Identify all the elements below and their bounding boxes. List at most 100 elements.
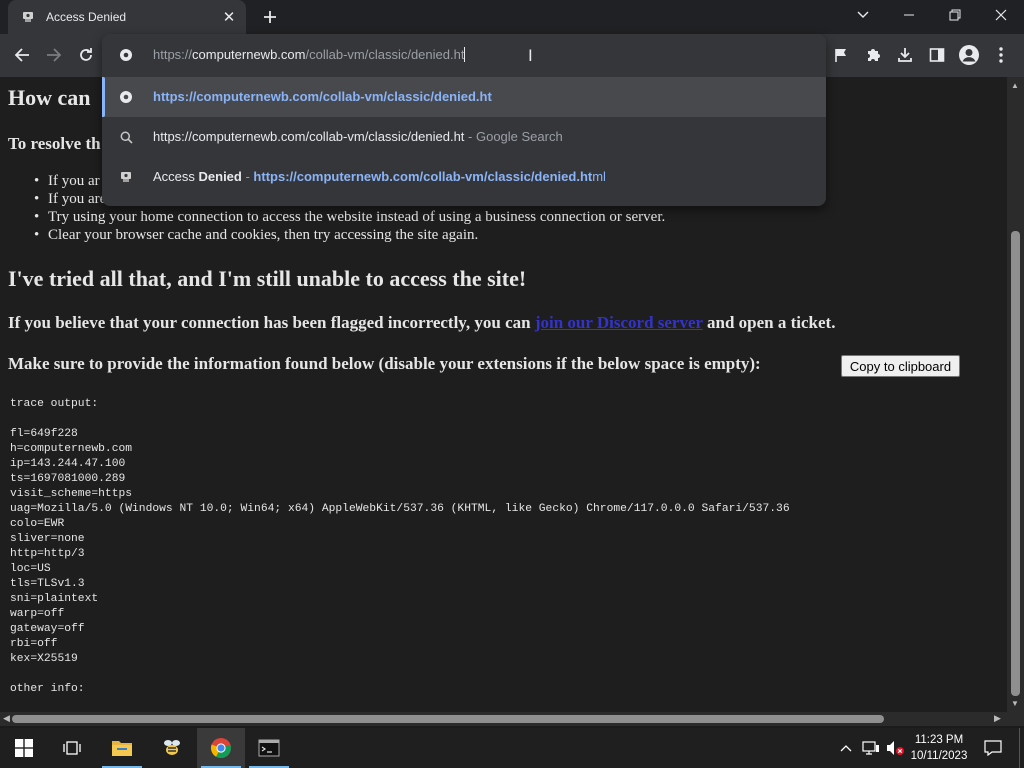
profile-button[interactable]: [954, 40, 984, 70]
scrollbar-corner: [1007, 712, 1024, 726]
reload-button[interactable]: [71, 40, 101, 70]
side-panel-icon: [929, 48, 945, 62]
vertical-scroll-thumb[interactable]: [1011, 231, 1020, 696]
scroll-down-icon[interactable]: ▼: [1011, 699, 1019, 708]
taskbar-file-explorer[interactable]: [98, 728, 146, 768]
bee-app-icon: [164, 740, 180, 755]
close-window-button[interactable]: [978, 0, 1024, 30]
terminal-icon: [258, 739, 280, 757]
suggestion-history[interactable]: Access Denied - https://computernewb.com…: [102, 157, 826, 197]
volume-muted-icon: [887, 741, 904, 755]
new-tab-button[interactable]: [258, 5, 282, 29]
text-caret: [464, 47, 466, 62]
taskbar-app[interactable]: [148, 728, 196, 768]
flag-paragraph: If you believe that your connection has …: [8, 313, 835, 333]
address-input[interactable]: https://computernewb.com/collab-vm/class…: [153, 47, 466, 62]
site-favicon-icon: [20, 9, 36, 25]
address-path: /collab-vm/classic/denied.ht: [305, 47, 465, 62]
minimize-button[interactable]: [886, 0, 932, 30]
flag-text-before: If you believe that your connection has …: [8, 313, 535, 332]
extensions-button[interactable]: [858, 40, 888, 70]
taskbar-chrome[interactable]: [197, 728, 245, 768]
scroll-left-icon[interactable]: ◀: [3, 713, 10, 724]
page-heading-partial: How can: [8, 85, 91, 110]
reload-icon: [80, 48, 92, 61]
flag-extension-button[interactable]: [826, 40, 856, 70]
clock-date: 10/11/2023: [910, 750, 968, 762]
notification-icon: [984, 740, 1002, 756]
network-status[interactable]: [860, 728, 882, 768]
forward-button[interactable]: [39, 40, 69, 70]
address-host: computernewb.com: [192, 47, 306, 62]
kebab-menu-icon: [999, 47, 1003, 63]
arrow-left-icon: [14, 48, 29, 62]
globe-icon: [118, 47, 134, 63]
suggestion-url-bold: https://computernewb.com/collab-vm/class…: [253, 169, 593, 184]
task-view-button[interactable]: [48, 728, 96, 768]
tab-search-button[interactable]: [840, 0, 886, 30]
globe-icon: [118, 89, 134, 105]
volume-status[interactable]: [884, 728, 908, 768]
still-unable-heading: I've tried all that, and I'm still unabl…: [8, 266, 527, 291]
browser-menu-button[interactable]: [986, 40, 1016, 70]
trace-output: trace output: fl=649f228 h=computernewb.…: [10, 398, 790, 695]
list-item: Try using your home connection to access…: [34, 209, 665, 226]
restore-button[interactable]: [932, 0, 978, 30]
suggestion-title-plain: Access: [153, 169, 199, 184]
site-favicon-icon: [118, 169, 134, 185]
suggestion-title-bold: Denied: [198, 169, 242, 184]
windows-logo-icon: [15, 739, 33, 757]
scroll-right-icon[interactable]: ▶: [994, 713, 1001, 724]
suggestion-search[interactable]: https://computernewb.com/collab-vm/class…: [102, 117, 826, 157]
plus-icon: [264, 11, 276, 23]
system-clock[interactable]: 11:23 PM 10/11/2023: [908, 732, 970, 764]
tab-strip: Access Denied ✕: [0, 0, 1024, 34]
address-bar[interactable]: https://computernewb.com/collab-vm/class…: [102, 34, 826, 76]
list-item: If you are: [34, 191, 106, 208]
windows-taskbar: 11:23 PM 10/11/2023: [0, 728, 1024, 768]
resolve-heading-partial: To resolve th: [8, 134, 101, 153]
clock-time: 11:23 PM: [914, 734, 964, 746]
scroll-up-icon[interactable]: ▲: [1011, 81, 1019, 90]
side-panel-button[interactable]: [922, 40, 952, 70]
suggestion-search-desc: - Google Search: [464, 129, 563, 144]
tab-close-icon[interactable]: ✕: [220, 8, 238, 26]
puzzle-icon: [868, 49, 880, 61]
tab-title: Access Denied: [46, 10, 127, 24]
show-desktop-button[interactable]: [1019, 728, 1024, 768]
suggestion-url[interactable]: https://computernewb.com/collab-vm/class…: [102, 77, 826, 117]
suggestion-separator: -: [241, 169, 254, 184]
suggestion-url-rest: ml: [592, 169, 606, 184]
suggestion-search-text: https://computernewb.com/collab-vm/class…: [153, 129, 563, 144]
chrome-icon: [210, 738, 231, 759]
chevron-up-icon: [840, 745, 852, 752]
suggestion-url-text: https://computernewb.com/collab-vm/class…: [153, 89, 492, 104]
vertical-scrollbar[interactable]: ▲ ▼: [1007, 77, 1024, 712]
provide-info-text: Make sure to provide the information fou…: [8, 354, 761, 373]
list-item: If you ar: [34, 173, 100, 190]
horizontal-scrollbar[interactable]: ◀ ▶: [0, 712, 1007, 726]
ibeam-cursor-icon: I: [528, 46, 533, 65]
restore-icon: [949, 9, 961, 21]
minimize-icon: [904, 14, 914, 16]
start-button[interactable]: [0, 728, 48, 768]
close-icon: [995, 9, 1007, 21]
taskbar-terminal[interactable]: [245, 728, 293, 768]
folder-icon: [112, 741, 132, 756]
flag-icon: [835, 49, 846, 62]
copy-to-clipboard-button[interactable]: Copy to clipboard: [841, 355, 960, 377]
discord-link[interactable]: join our Discord server: [535, 313, 703, 332]
action-center-button[interactable]: [978, 728, 1008, 768]
omnibox-dropdown: https://computernewb.com/collab-vm/class…: [102, 34, 826, 206]
network-icon: [862, 741, 879, 755]
address-scheme: https://: [153, 47, 193, 62]
download-icon: [898, 48, 912, 62]
chevron-down-icon: [857, 11, 869, 18]
tab-access-denied[interactable]: Access Denied ✕: [8, 0, 246, 34]
suggestion-history-text: Access Denied - https://computernewb.com…: [153, 169, 606, 184]
back-button[interactable]: [7, 40, 37, 70]
horizontal-scroll-thumb[interactable]: [12, 715, 884, 723]
list-item: Clear your browser cache and cookies, th…: [34, 227, 478, 244]
downloads-button[interactable]: [890, 40, 920, 70]
show-hidden-icons-button[interactable]: [836, 728, 856, 768]
